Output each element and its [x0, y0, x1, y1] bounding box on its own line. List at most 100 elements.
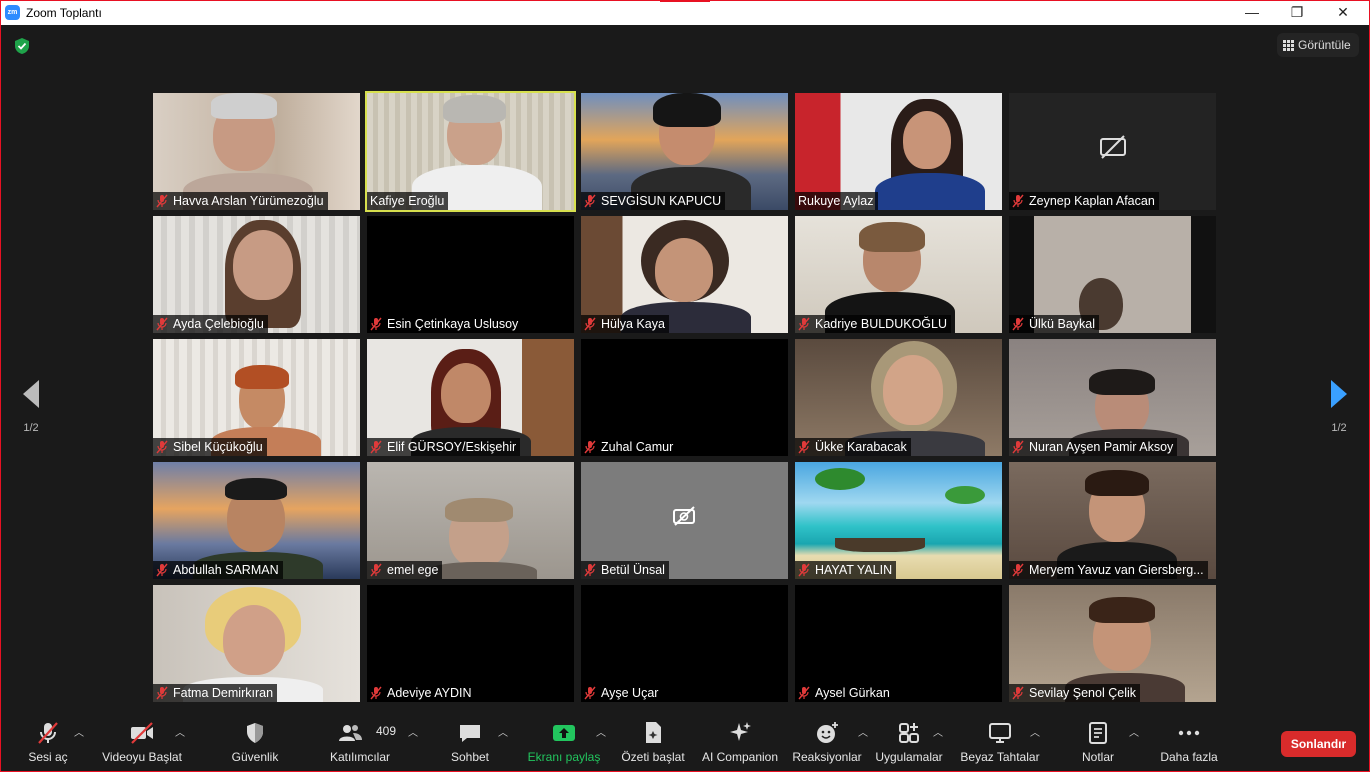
participant-tile[interactable]: Sibel Küçükoğlu — [153, 339, 360, 456]
participant-tile[interactable]: Ülkü Baykal — [1009, 216, 1216, 333]
muted-mic-icon — [370, 440, 382, 454]
muted-mic-icon — [370, 563, 382, 577]
participant-tile[interactable]: Ükke Karabacak — [795, 339, 1002, 456]
participant-tile[interactable]: Nuran Ayşen Pamir Aksoy — [1009, 339, 1216, 456]
start-video-button[interactable]: Videoyu Başlat — [100, 714, 184, 772]
reactions-options-caret[interactable]: ︿ — [858, 714, 870, 772]
participant-name-bar: Adeviye AYDIN — [367, 684, 476, 702]
participant-tile[interactable]: Ayda Çelebioğlu — [153, 216, 360, 333]
participant-tile[interactable]: Zuhal Camur — [581, 339, 788, 456]
smiley-icon — [817, 722, 838, 743]
chevron-up-icon: ︿ — [1030, 728, 1040, 739]
participant-name-bar: Aysel Gürkan — [795, 684, 894, 702]
participant-name-bar: Ayşe Uçar — [581, 684, 663, 702]
more-button[interactable]: Daha fazla — [1154, 714, 1224, 772]
participant-tile[interactable]: Abdullah SARMAN — [153, 462, 360, 579]
close-button[interactable]: ✕ — [1331, 3, 1355, 21]
participant-tile[interactable]: Esin Çetinkaya Uslusoy — [367, 216, 574, 333]
participant-name-bar: Ükke Karabacak — [795, 438, 911, 456]
participant-name: Betül Ünsal — [601, 563, 665, 577]
ai-companion-button[interactable]: AI Companion — [698, 714, 782, 772]
page-indicator-right: 1/2 — [1331, 422, 1347, 434]
shield-icon — [247, 723, 263, 743]
participant-tile[interactable]: HAYAT YALIN — [795, 462, 1002, 579]
share-options-caret[interactable]: ︿ — [596, 714, 608, 772]
participant-name: Aysel Gürkan — [815, 686, 890, 700]
participant-name-bar: Sevilay Şenol Çelik — [1009, 684, 1140, 702]
chevron-up-icon: ︿ — [498, 728, 508, 739]
participants-label: Katılımcılar — [329, 750, 390, 764]
participant-name: Havva Arslan Yürümezoğlu — [173, 194, 324, 208]
start-summary-button[interactable]: Özeti başlat — [618, 714, 688, 772]
participant-tile[interactable]: Rukuye Aylaz — [795, 93, 1002, 210]
participant-name: Ayda Çelebioğlu — [173, 317, 264, 331]
participants-options-caret[interactable]: ︿ — [408, 714, 420, 772]
participant-tile[interactable]: Zeynep Kaplan Afacan — [1009, 93, 1216, 210]
participant-tile[interactable]: Ayşe Uçar — [581, 585, 788, 702]
participant-name-bar: Zuhal Camur — [581, 438, 678, 456]
participant-tile[interactable]: Fatma Demirkıran — [153, 585, 360, 702]
notes-options-caret[interactable]: ︿ — [1129, 714, 1141, 772]
whiteboard-options-caret[interactable]: ︿ — [1030, 714, 1042, 772]
participant-name: Ükke Karabacak — [815, 440, 907, 454]
notes-button[interactable]: Notlar — [1068, 714, 1128, 772]
participant-tile[interactable]: Betül Ünsal — [581, 462, 788, 579]
participant-tile[interactable]: Sevilay Şenol Çelik — [1009, 585, 1216, 702]
apps-options-caret[interactable]: ︿ — [933, 714, 945, 772]
participant-tile[interactable]: Kadriye BULDUKOĞLU — [795, 216, 1002, 333]
participant-tile[interactable]: Elif GÜRSOY/Eskişehir — [367, 339, 574, 456]
participant-tile[interactable]: Havva Arslan Yürümezoğlu — [153, 93, 360, 210]
security-label: Güvenlik — [231, 750, 279, 764]
security-button[interactable]: Güvenlik — [225, 714, 285, 772]
muted-mic-icon — [156, 563, 168, 577]
muted-mic-icon — [156, 317, 168, 331]
view-button[interactable]: Görüntüle — [1277, 33, 1359, 57]
chevron-up-icon: ︿ — [74, 728, 84, 739]
chevron-up-icon: ︿ — [408, 728, 418, 739]
minimize-button[interactable]: — — [1240, 3, 1264, 21]
muted-mic-icon — [1012, 194, 1024, 208]
muted-mic-icon — [584, 563, 596, 577]
participant-name: Rukuye Aylaz — [798, 194, 874, 208]
next-page-button[interactable]: 1/2 — [1324, 380, 1354, 434]
unmute-label: Sesi aç — [28, 750, 68, 764]
muted-mic-icon — [584, 440, 596, 454]
participant-tile[interactable]: Meryem Yavuz van Giersberg... — [1009, 462, 1216, 579]
participant-name-bar: Fatma Demirkıran — [153, 684, 278, 702]
muted-mic-icon — [798, 686, 810, 700]
reactions-button[interactable]: Reaksiyonlar — [790, 714, 864, 772]
unmute-button[interactable]: Sesi aç — [18, 714, 78, 772]
participant-tile[interactable]: SEVGİSUN KAPUCU — [581, 93, 788, 210]
prev-page-button[interactable]: 1/2 — [16, 380, 46, 434]
reactions-label: Reaksiyonlar — [792, 750, 862, 764]
participant-tile[interactable]: Aysel Gürkan — [795, 585, 1002, 702]
muted-mic-icon — [798, 563, 810, 577]
grid-icon — [1283, 40, 1294, 51]
restore-button[interactable]: ❐ — [1285, 3, 1309, 21]
participant-tile[interactable]: emel ege — [367, 462, 574, 579]
participant-tile-active-speaker[interactable]: Kafiye Eroğlu — [365, 91, 576, 212]
participant-count: 409 — [376, 724, 397, 738]
end-meeting-button[interactable]: Sonlandır — [1281, 731, 1356, 757]
audio-options-caret[interactable]: ︿ — [74, 714, 86, 772]
participant-name-bar: SEVGİSUN KAPUCU — [581, 192, 726, 210]
more-dots-icon — [1178, 730, 1200, 736]
participant-name-bar: Ülkü Baykal — [1009, 315, 1099, 333]
participant-name-bar: Havva Arslan Yürümezoğlu — [153, 192, 328, 210]
chat-options-caret[interactable]: ︿ — [498, 714, 510, 772]
encryption-shield-icon[interactable] — [13, 37, 31, 55]
participant-name: Meryem Yavuz van Giersberg... — [1029, 563, 1204, 577]
video-options-caret[interactable]: ︿ — [175, 714, 187, 772]
muted-mic-icon — [584, 194, 596, 208]
chat-button[interactable]: Sohbet — [440, 714, 500, 772]
view-label: Görüntüle — [1298, 38, 1351, 52]
participant-name-bar: Ayda Çelebioğlu — [153, 315, 268, 333]
whiteboard-icon — [989, 723, 1011, 743]
participants-button[interactable]: 409 Katılımcılar — [325, 714, 397, 772]
muted-mic-icon — [370, 686, 382, 700]
participant-name: emel ege — [387, 563, 439, 577]
summary-icon — [646, 722, 661, 743]
share-screen-button[interactable]: Ekranı paylaş — [527, 714, 601, 772]
participant-tile[interactable]: Hülya Kaya — [581, 216, 788, 333]
participant-tile[interactable]: Adeviye AYDIN — [367, 585, 574, 702]
